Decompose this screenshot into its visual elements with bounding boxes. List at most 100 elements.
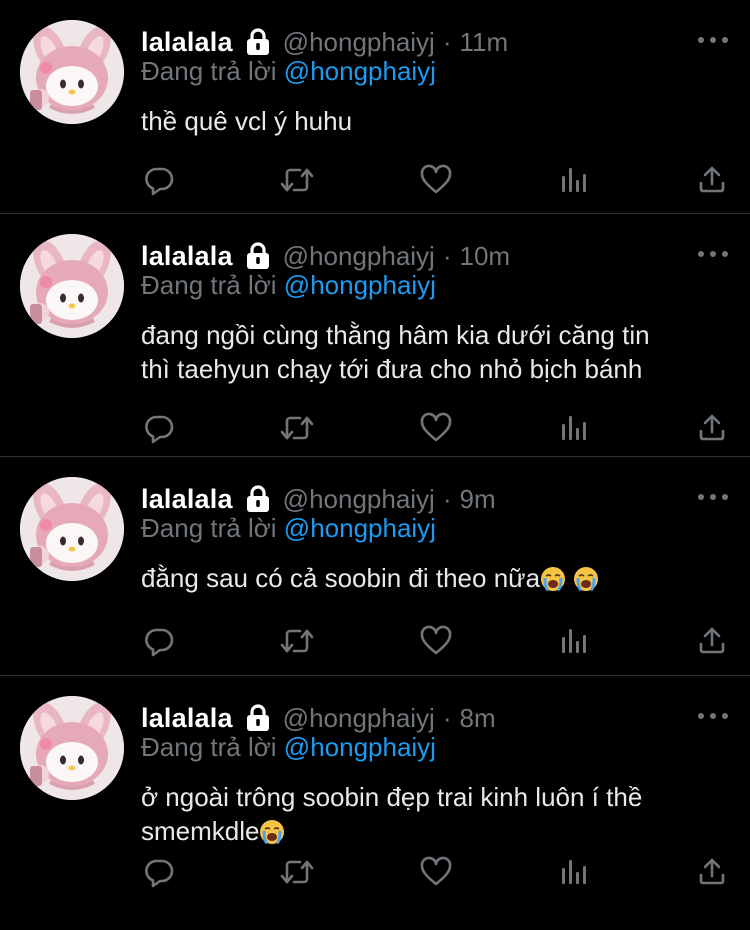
- reply-context: Đang trả lời @hongphaiyj: [141, 270, 730, 306]
- user-handle[interactable]: @hongphaiyj: [283, 241, 435, 272]
- tweet[interactable]: lalalala @hongphaiyj · 9m Đang trả lời @…: [0, 457, 750, 676]
- tweet-text-body: đang ngồi cùng thằng hâm kia dưới căng t…: [141, 320, 650, 384]
- separator-dot: ·: [442, 483, 452, 514]
- tweet-content: lalalala @hongphaiyj · 11m Đang trả lời …: [141, 20, 730, 138]
- timestamp[interactable]: 9m: [460, 484, 496, 515]
- reply-context: Đang trả lời @hongphaiyj: [141, 732, 730, 768]
- reply-icon: [143, 412, 175, 444]
- avatar[interactable]: [20, 696, 124, 800]
- display-name[interactable]: lalalala: [141, 703, 233, 734]
- tweet-text-body: thề quê vcl ý huhu: [141, 106, 353, 136]
- tweet[interactable]: lalalala @hongphaiyj · 11m Đang trả lời …: [0, 0, 750, 214]
- reply-icon: [143, 856, 175, 888]
- lock-icon: [245, 28, 271, 56]
- share-icon: [696, 856, 728, 888]
- analytics-icon: [558, 856, 590, 888]
- like-button[interactable]: [418, 854, 454, 890]
- timestamp[interactable]: 8m: [460, 703, 496, 734]
- views-button[interactable]: [556, 623, 592, 659]
- views-button[interactable]: [556, 162, 592, 198]
- loudly-crying-face-emoji-icon: [259, 819, 285, 845]
- heart-icon: [420, 164, 452, 196]
- more-dots-icon[interactable]: [698, 487, 728, 507]
- heart-icon: [420, 625, 452, 657]
- display-name[interactable]: lalalala: [141, 27, 233, 58]
- reply-button[interactable]: [141, 623, 177, 659]
- tweet-text: thề quê vcl ý huhu: [141, 104, 730, 138]
- tweet-actions: [141, 854, 730, 890]
- reply-button[interactable]: [141, 410, 177, 446]
- separator-dot: ·: [442, 240, 452, 271]
- lock-icon: [245, 704, 271, 732]
- display-name[interactable]: lalalala: [141, 241, 233, 272]
- timestamp[interactable]: 11m: [460, 27, 509, 58]
- like-button[interactable]: [418, 410, 454, 446]
- views-button[interactable]: [556, 854, 592, 890]
- pink-rabbit-plush-avatar-icon: [20, 696, 124, 800]
- reply-mention-link[interactable]: @hongphaiyj: [284, 513, 436, 543]
- analytics-icon: [558, 625, 590, 657]
- analytics-icon: [558, 164, 590, 196]
- reply-icon: [143, 164, 175, 196]
- tweet-feed: lalalala @hongphaiyj · 11m Đang trả lời …: [0, 0, 750, 930]
- user-handle[interactable]: @hongphaiyj: [283, 703, 435, 734]
- user-handle[interactable]: @hongphaiyj: [283, 484, 435, 515]
- reply-mention-link[interactable]: @hongphaiyj: [284, 56, 436, 86]
- heart-icon: [420, 856, 452, 888]
- reply-prefix: Đang trả lời: [141, 732, 277, 762]
- separator-dot: ·: [442, 26, 452, 57]
- tweet-actions: [141, 623, 730, 659]
- reply-button[interactable]: [141, 854, 177, 890]
- tweet[interactable]: lalalala @hongphaiyj · 8m Đang trả lời @…: [0, 676, 750, 930]
- reply-mention-link[interactable]: @hongphaiyj: [284, 732, 436, 762]
- avatar[interactable]: [20, 20, 124, 124]
- reply-prefix: Đang trả lời: [141, 513, 277, 543]
- tweet-text: đang ngồi cùng thằng hâm kia dưới căng t…: [141, 318, 730, 386]
- reply-context: Đang trả lời @hongphaiyj: [141, 56, 730, 92]
- tweet-text-body: đằng sau có cả soobin đi theo nữa: [141, 563, 541, 593]
- loudly-crying-face-emoji-icon: [540, 566, 566, 592]
- retweet-button[interactable]: [279, 162, 315, 198]
- views-button[interactable]: [556, 410, 592, 446]
- like-button[interactable]: [418, 623, 454, 659]
- retweet-button[interactable]: [279, 854, 315, 890]
- tweet-actions: [141, 162, 730, 198]
- separator-dot: ·: [442, 702, 452, 733]
- reply-context: Đang trả lời @hongphaiyj: [141, 513, 730, 549]
- like-button[interactable]: [418, 162, 454, 198]
- share-icon: [696, 625, 728, 657]
- user-handle[interactable]: @hongphaiyj: [283, 27, 435, 58]
- share-icon: [696, 164, 728, 196]
- tweet-text: đằng sau có cả soobin đi theo nữa: [141, 561, 730, 595]
- retweet-button[interactable]: [279, 410, 315, 446]
- lock-icon: [245, 485, 271, 513]
- reply-button[interactable]: [141, 162, 177, 198]
- analytics-icon: [558, 412, 590, 444]
- retweet-button[interactable]: [279, 623, 315, 659]
- share-button[interactable]: [694, 162, 730, 198]
- avatar[interactable]: [20, 234, 124, 338]
- display-name[interactable]: lalalala: [141, 484, 233, 515]
- tweet-text-body: ở ngoài trông soobin đẹp trai kinh luôn …: [141, 782, 643, 846]
- loudly-crying-face-emoji-icon: [573, 566, 599, 592]
- timestamp[interactable]: 10m: [460, 241, 511, 272]
- share-button[interactable]: [694, 410, 730, 446]
- reply-prefix: Đang trả lời: [141, 56, 277, 86]
- more-dots-icon[interactable]: [698, 706, 728, 726]
- more-dots-icon[interactable]: [698, 244, 728, 264]
- pink-rabbit-plush-avatar-icon: [20, 234, 124, 338]
- pink-rabbit-plush-avatar-icon: [20, 477, 124, 581]
- lock-icon: [245, 242, 271, 270]
- more-dots-icon[interactable]: [698, 30, 728, 50]
- reply-mention-link[interactable]: @hongphaiyj: [284, 270, 436, 300]
- retweet-icon: [279, 856, 315, 888]
- share-button[interactable]: [694, 623, 730, 659]
- tweet[interactable]: lalalala @hongphaiyj · 10m Đang trả lời …: [0, 214, 750, 457]
- retweet-icon: [279, 625, 315, 657]
- heart-icon: [420, 412, 452, 444]
- reply-prefix: Đang trả lời: [141, 270, 277, 300]
- tweet-content: lalalala @hongphaiyj · 9m Đang trả lời @…: [141, 477, 730, 595]
- avatar[interactable]: [20, 477, 124, 581]
- reply-icon: [143, 625, 175, 657]
- share-button[interactable]: [694, 854, 730, 890]
